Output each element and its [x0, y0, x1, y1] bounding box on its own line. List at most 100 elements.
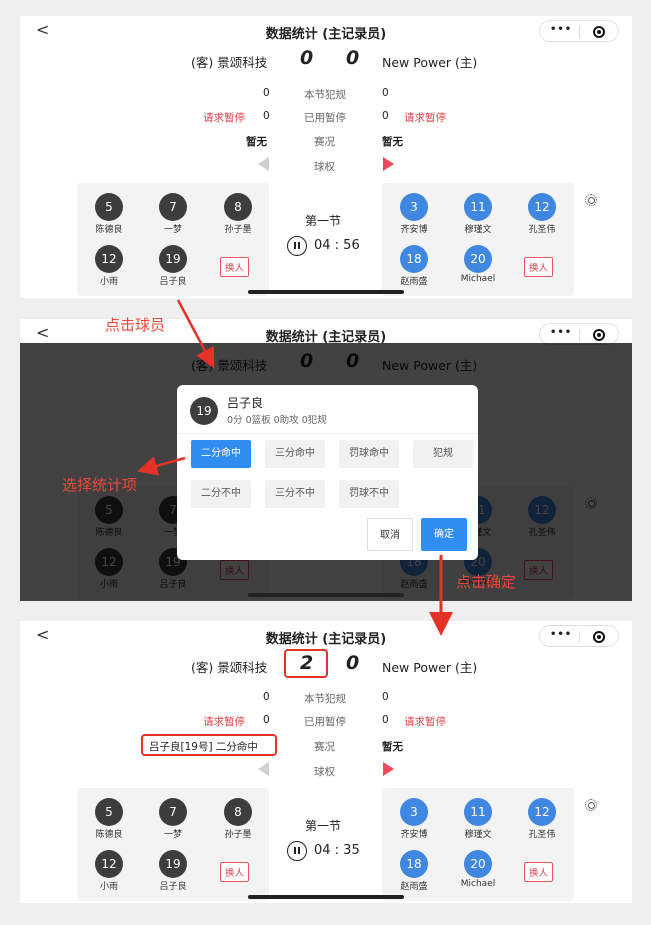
game-clock: 04 : 56: [314, 238, 360, 253]
home-swap-button[interactable]: 换人: [524, 862, 554, 882]
stat-btn-two-point-missed[interactable]: 二分不中: [191, 480, 251, 508]
situation-label: 赛况: [314, 741, 335, 753]
nav-bar: < 数据统计 (主记录员) •••: [20, 16, 632, 46]
fouls-label: 本节犯规: [304, 89, 346, 101]
player-card[interactable]: 3 齐安博: [388, 193, 440, 235]
settings-gear-icon[interactable]: [585, 799, 597, 811]
guest-fouls: 0: [263, 87, 270, 99]
player-card[interactable]: 8 孙子墨: [212, 193, 264, 235]
capsule-divider: [579, 631, 580, 643]
player-card[interactable]: 11穆瑾文: [452, 798, 504, 840]
player-card[interactable]: 12小雨: [83, 850, 135, 892]
home-player-panel: 3 齐安博 11 穆瑾文 12 孔圣伟 18 赵雨盛 20 Michael 换人: [382, 788, 574, 901]
player-card[interactable]: 7一梦: [147, 798, 199, 840]
player-card[interactable]: 7一梦: [147, 193, 199, 235]
screen-3: < 数据统计 (主记录员) ••• (客) 景颂科技 2 0 New Power…: [20, 621, 632, 903]
modal-confirm-button[interactable]: 确定: [421, 518, 467, 551]
guest-team-name: (客) 景颂科技: [191, 660, 268, 675]
player-card[interactable]: 18赵雨盛: [388, 850, 440, 892]
situation-highlight-box: [141, 734, 277, 756]
guest-player-panel: 5 陈德良 7 一梦 8 孙子墨 12 小雨 19 吕子良 换人: [77, 183, 269, 296]
home-team-name: New Power (主): [382, 660, 478, 675]
player-card[interactable]: 19吕子良: [147, 850, 199, 892]
home-request-timeout[interactable]: 请求暂停: [404, 110, 446, 125]
more-icon[interactable]: •••: [550, 629, 572, 640]
mini-program-capsule: •••: [539, 625, 619, 647]
guest-team-name: (客) 景颂科技: [191, 55, 268, 70]
game-clock: 04 : 35: [314, 843, 360, 858]
quarter-label: 第一节: [305, 214, 342, 228]
screen-1: < 数据统计 (主记录员) ••• (客) 景颂科技 0 0 New Power…: [20, 16, 632, 298]
player-card[interactable]: 5陈德良: [83, 193, 135, 235]
player-card[interactable]: 3 齐安博: [388, 798, 440, 840]
possession-label: 球权: [314, 161, 335, 173]
stat-btn-free-throw-missed[interactable]: 罚球不中: [339, 480, 399, 508]
settings-gear-icon[interactable]: [585, 194, 597, 206]
more-icon[interactable]: •••: [550, 327, 572, 338]
close-target-icon[interactable]: [593, 631, 605, 643]
player-card[interactable]: 20Michael: [452, 850, 504, 889]
annotation-click-confirm: 点击确定: [456, 573, 517, 591]
guest-player-panel: 5 陈德良 7 一梦 8 孙子墨 12 小雨 19 吕子良 换人: [77, 788, 269, 901]
possession-label: 球权: [314, 766, 335, 778]
capsule-divider: [579, 26, 580, 38]
home-player-panel: 3 齐安博 11 穆瑾文 12 孔圣伟 18 赵雨盛 20 Michael 换人: [382, 183, 574, 296]
home-indicator: [248, 895, 404, 899]
fouls-label: 本节犯规: [304, 693, 346, 705]
player-card[interactable]: 8 孙子墨: [212, 798, 264, 840]
annotation-select-stat: 选择统计项: [62, 476, 138, 494]
home-fouls: 0: [382, 87, 389, 99]
timeouts-label: 已用暂停: [304, 716, 346, 728]
player-card[interactable]: 12小雨: [83, 245, 135, 287]
mini-program-capsule: •••: [539, 323, 619, 345]
home-fouls: 0: [382, 691, 389, 703]
screen-2: < 数据统计 (主记录员) ••• (客) 景颂科技 0 0 New Power…: [20, 319, 632, 601]
player-card[interactable]: 20Michael: [452, 245, 504, 284]
situation-label: 赛况: [314, 136, 335, 148]
home-indicator: [248, 593, 404, 597]
close-target-icon[interactable]: [593, 26, 605, 38]
guest-request-timeout[interactable]: 请求暂停: [203, 110, 245, 125]
stat-btn-two-point-made[interactable]: 二分命中: [191, 440, 251, 468]
score-highlight-box: [284, 649, 328, 678]
player-card[interactable]: 5陈德良: [83, 798, 135, 840]
modal-divider: [177, 433, 478, 434]
guest-swap-button[interactable]: 换人: [220, 257, 250, 277]
home-score: 0: [346, 652, 360, 674]
guest-fouls: 0: [263, 691, 270, 703]
guest-score: 0: [300, 47, 314, 69]
close-target-icon[interactable]: [593, 329, 605, 341]
possession-home-arrow-icon[interactable]: [383, 762, 394, 776]
nav-bar: < 数据统计 (主记录员) •••: [20, 621, 632, 651]
guest-timeouts: 0: [263, 714, 270, 726]
home-team-name: New Power (主): [382, 55, 478, 70]
guest-request-timeout[interactable]: 请求暂停: [203, 714, 245, 729]
player-card[interactable]: 19吕子良: [147, 245, 199, 287]
home-timeouts: 0: [382, 110, 389, 122]
quarter-label: 第一节: [305, 819, 342, 833]
player-card[interactable]: 12孔圣伟: [516, 798, 568, 840]
annotation-click-player: 点击球员: [105, 316, 166, 334]
more-icon[interactable]: •••: [550, 24, 572, 35]
stat-btn-foul[interactable]: 犯规: [413, 440, 473, 468]
home-indicator: [248, 290, 404, 294]
player-card[interactable]: 18赵雨盛: [388, 245, 440, 287]
player-card[interactable]: 12孔圣伟: [516, 193, 568, 235]
possession-guest-arrow-icon[interactable]: [258, 762, 269, 776]
guest-situation: 暂无: [246, 136, 267, 148]
modal-cancel-button[interactable]: 取消: [367, 518, 413, 551]
stat-btn-three-point-made[interactable]: 三分命中: [265, 440, 325, 468]
home-swap-button[interactable]: 换人: [524, 257, 554, 277]
pause-icon[interactable]: [287, 236, 307, 256]
stat-btn-three-point-missed[interactable]: 三分不中: [265, 480, 325, 508]
modal-player-name: 吕子良: [227, 396, 264, 410]
modal-player-number: 19: [190, 397, 218, 425]
pause-icon[interactable]: [287, 841, 307, 861]
possession-guest-arrow-icon[interactable]: [258, 157, 269, 171]
guest-swap-button[interactable]: 换人: [220, 862, 250, 882]
stat-btn-free-throw-made[interactable]: 罚球命中: [339, 440, 399, 468]
player-card[interactable]: 11穆瑾文: [452, 193, 504, 235]
timeouts-label: 已用暂停: [304, 112, 346, 124]
home-request-timeout[interactable]: 请求暂停: [404, 714, 446, 729]
possession-home-arrow-icon[interactable]: [383, 157, 394, 171]
